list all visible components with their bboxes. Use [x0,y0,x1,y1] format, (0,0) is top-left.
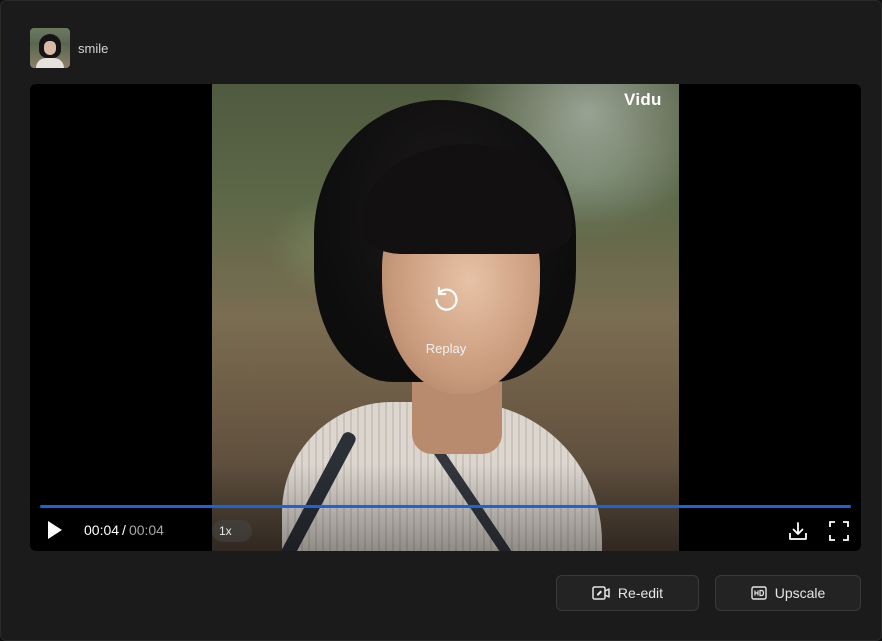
play-icon [48,521,62,539]
generation-card: smile Vidu Replay 00:04 / 00:04 1x Re-ed… [0,0,882,641]
re-edit-label: Re-edit [617,585,664,601]
card-header: smile [30,28,108,68]
time-display: 00:04/00:04 [84,522,164,538]
progress-bar[interactable] [40,505,851,508]
prompt-title: smile [78,40,109,56]
replay-label: Replay [425,341,467,356]
upscale-button[interactable]: Upscale [715,575,861,611]
hd-icon [751,586,767,600]
video-edit-icon [592,586,610,600]
upscale-label: Upscale [774,585,826,601]
fullscreen-button[interactable] [828,520,850,542]
fullscreen-icon [829,521,849,541]
replay-button[interactable]: Replay [416,284,476,356]
time-separator: / [122,522,126,538]
download-icon [789,522,807,540]
replay-icon [435,286,458,311]
video-player[interactable]: Vidu Replay 00:04/00:04 1x [30,84,861,551]
re-edit-button[interactable]: Re-edit [556,575,699,611]
current-time: 00:04 [84,522,120,538]
play-button[interactable] [46,520,64,540]
avatar [30,28,70,68]
playback-speed-button[interactable]: 1x [212,520,252,542]
duration: 00:04 [128,522,164,538]
watermark: Vidu [624,90,662,109]
download-button[interactable] [787,520,809,542]
